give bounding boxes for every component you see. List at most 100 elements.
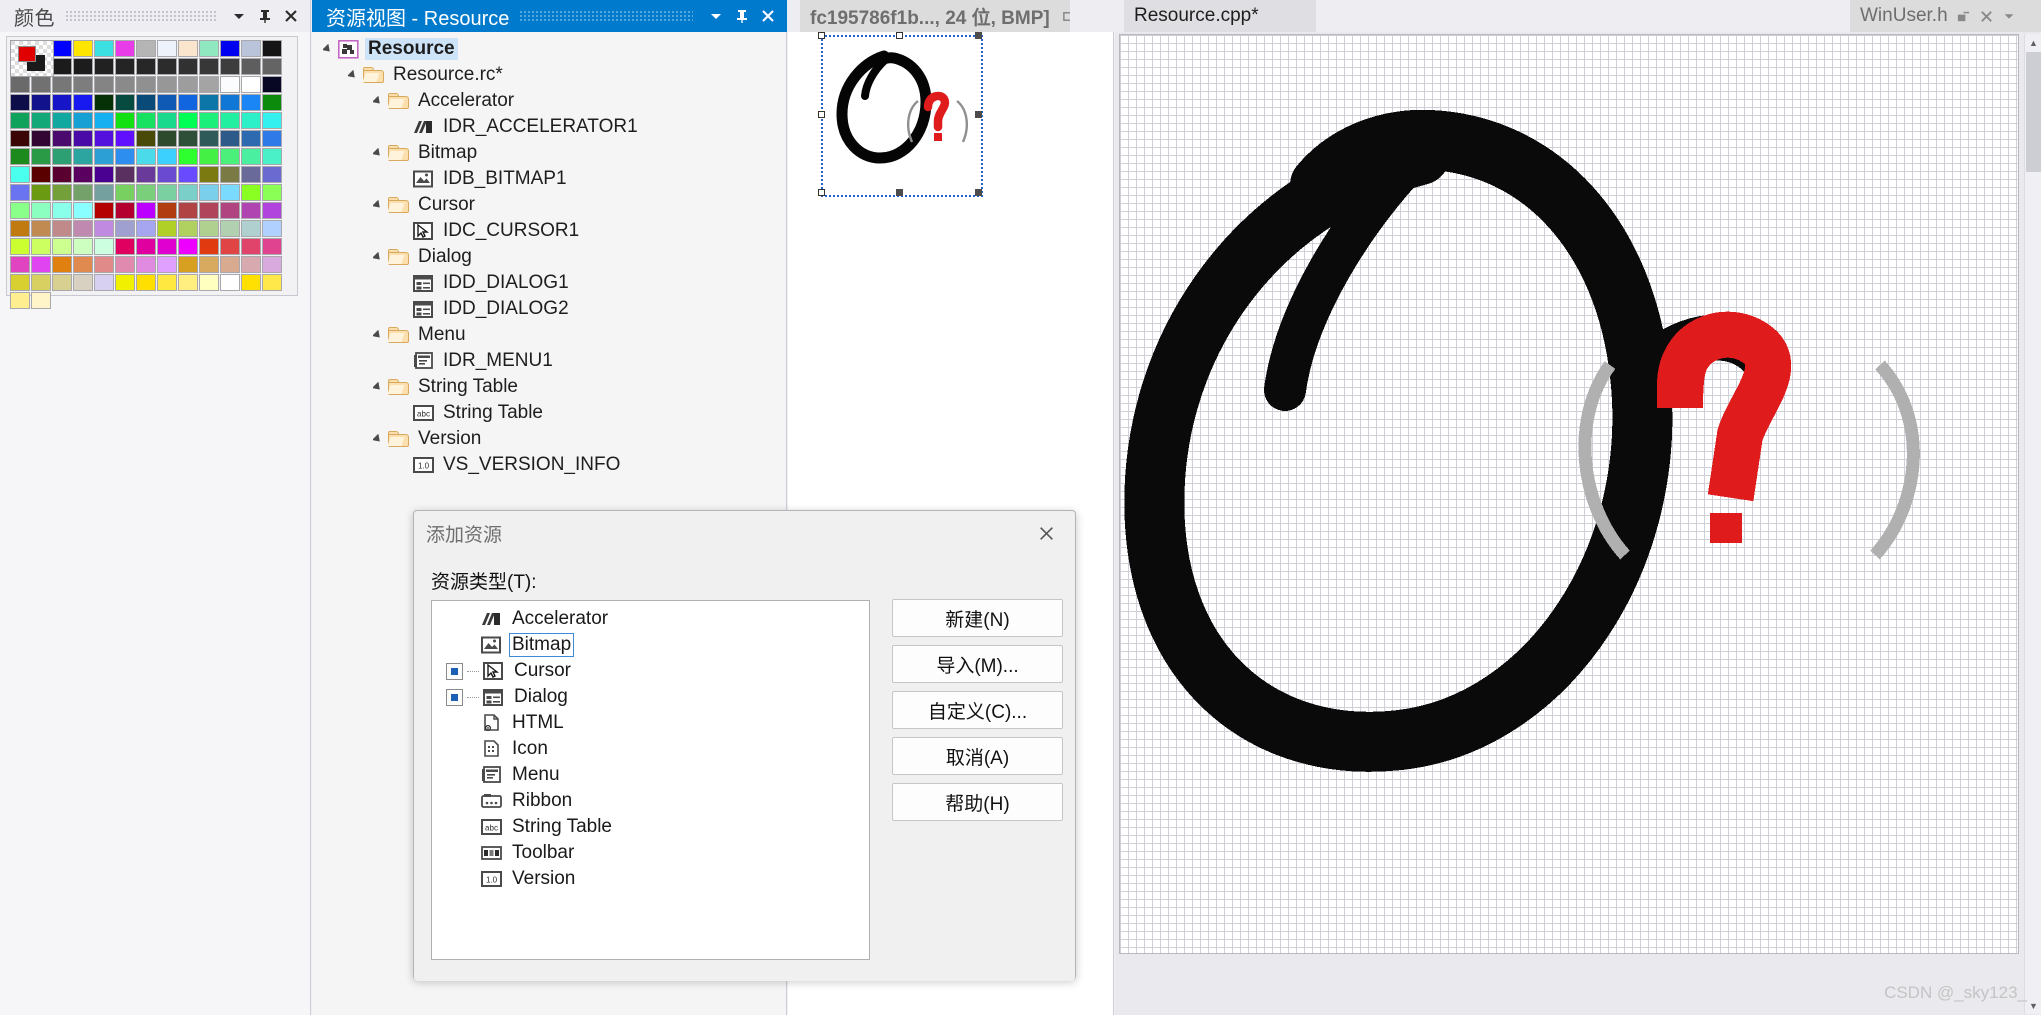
color-swatch[interactable] — [199, 40, 219, 57]
color-swatch[interactable] — [115, 184, 135, 201]
color-swatch[interactable] — [241, 166, 261, 183]
color-swatch[interactable] — [31, 184, 51, 201]
color-swatch[interactable] — [199, 94, 219, 111]
color-swatch[interactable] — [241, 274, 261, 291]
resource-type-item-version[interactable]: 1.0 Version — [432, 866, 869, 892]
color-swatch[interactable] — [10, 238, 30, 255]
color-swatch[interactable] — [262, 130, 282, 147]
expander-triangle-icon[interactable] — [370, 322, 386, 348]
color-swatch[interactable] — [136, 94, 156, 111]
resource-tree[interactable]: Resource Resource.rc* Accelerator IDR_ACCEL… — [312, 32, 786, 478]
resize-handle-se[interactable] — [975, 189, 982, 196]
color-swatch[interactable] — [94, 274, 114, 291]
color-swatch[interactable] — [136, 274, 156, 291]
color-swatch[interactable] — [220, 184, 240, 201]
color-swatch[interactable] — [73, 184, 93, 201]
color-swatch[interactable] — [10, 94, 30, 111]
expander-triangle-icon[interactable] — [320, 36, 336, 62]
resize-handle-w[interactable] — [818, 111, 825, 118]
color-swatch[interactable] — [136, 220, 156, 237]
color-swatch[interactable] — [262, 166, 282, 183]
color-swatch[interactable] — [115, 130, 135, 147]
color-swatch[interactable] — [199, 274, 219, 291]
pin-icon[interactable] — [252, 3, 278, 29]
new-button[interactable]: 新建(N) — [892, 599, 1063, 637]
color-swatch[interactable] — [31, 76, 51, 93]
resize-handle-nw[interactable] — [818, 32, 825, 39]
color-swatch-grid[interactable] — [10, 40, 297, 310]
color-swatch[interactable] — [136, 76, 156, 93]
color-swatch[interactable] — [94, 256, 114, 273]
color-swatch[interactable] — [31, 274, 51, 291]
primary-color-swatch[interactable] — [18, 46, 36, 62]
tree-item-idd-dialog1[interactable]: IDD_DIALOG1 — [312, 270, 786, 296]
expander-triangle-icon[interactable] — [370, 88, 386, 114]
color-swatch[interactable] — [262, 58, 282, 75]
tree-item-string-table[interactable]: abc String Table — [312, 400, 786, 426]
color-swatch[interactable] — [73, 112, 93, 129]
custom-button[interactable]: 自定义(C)... — [892, 691, 1063, 729]
color-swatch[interactable] — [178, 40, 198, 57]
resize-handle-s[interactable] — [896, 189, 903, 196]
color-swatch[interactable] — [220, 112, 240, 129]
color-swatch[interactable] — [220, 220, 240, 237]
cancel-button[interactable]: 取消(A) — [892, 737, 1063, 775]
editor-vertical-scrollbar[interactable]: ▲ ▼ — [2024, 34, 2041, 1014]
color-swatch[interactable] — [199, 238, 219, 255]
color-swatch[interactable] — [136, 166, 156, 183]
color-swatch[interactable] — [178, 166, 198, 183]
color-swatch[interactable] — [262, 256, 282, 273]
color-swatch[interactable] — [115, 40, 135, 57]
color-swatch[interactable] — [136, 256, 156, 273]
color-swatch[interactable] — [157, 76, 177, 93]
color-swatch[interactable] — [52, 220, 72, 237]
color-swatch[interactable] — [199, 166, 219, 183]
resource-type-item-dialog[interactable]: Dialog — [432, 684, 869, 710]
color-swatch[interactable] — [94, 238, 114, 255]
tab-winuser-h[interactable]: WinUser.h — [1850, 0, 2041, 32]
color-swatch[interactable] — [31, 256, 51, 273]
color-swatch[interactable] — [157, 256, 177, 273]
color-swatch[interactable] — [199, 184, 219, 201]
color-swatch[interactable] — [52, 112, 72, 129]
color-swatch[interactable] — [178, 202, 198, 219]
tab-bitmap-editor[interactable]: fc195786f1b..., 24 位, BMP] — [800, 0, 1102, 32]
color-swatch[interactable] — [157, 112, 177, 129]
color-swatch[interactable] — [220, 148, 240, 165]
color-swatch[interactable] — [115, 112, 135, 129]
color-swatch[interactable] — [115, 94, 135, 111]
color-swatch[interactable] — [52, 166, 72, 183]
color-swatch[interactable] — [94, 112, 114, 129]
color-swatch[interactable] — [136, 202, 156, 219]
resize-handle-ne[interactable] — [975, 32, 982, 39]
color-swatch[interactable] — [136, 130, 156, 147]
color-swatch[interactable] — [73, 40, 93, 57]
color-swatch[interactable] — [157, 166, 177, 183]
tree-item-idr-accelerator1[interactable]: IDR_ACCELERATOR1 — [312, 114, 786, 140]
color-swatch[interactable] — [136, 148, 156, 165]
color-swatch[interactable] — [94, 76, 114, 93]
color-swatch[interactable] — [31, 94, 51, 111]
color-swatch[interactable] — [115, 238, 135, 255]
tree-item-resource-rc[interactable]: Resource.rc* — [312, 62, 786, 88]
expand-plus-icon[interactable] — [446, 688, 463, 706]
color-swatch[interactable] — [31, 292, 51, 309]
color-palette[interactable] — [6, 36, 298, 309]
color-swatch[interactable] — [199, 76, 219, 93]
color-swatch[interactable] — [31, 220, 51, 237]
color-swatch[interactable] — [31, 202, 51, 219]
panel-drag-grip[interactable] — [65, 10, 216, 22]
color-swatch[interactable] — [73, 202, 93, 219]
color-swatch[interactable] — [10, 184, 30, 201]
color-swatch[interactable] — [157, 94, 177, 111]
resource-type-item-accelerator[interactable]: Accelerator — [432, 606, 869, 632]
color-swatch[interactable] — [73, 274, 93, 291]
color-swatch[interactable] — [178, 76, 198, 93]
expander-triangle-icon[interactable] — [370, 244, 386, 270]
color-swatch[interactable] — [157, 238, 177, 255]
color-swatch[interactable] — [52, 94, 72, 111]
color-swatch[interactable] — [157, 130, 177, 147]
color-swatch[interactable] — [73, 76, 93, 93]
scroll-up-icon[interactable]: ▲ — [2025, 34, 2041, 51]
resource-type-listbox[interactable]: Accelerator Bitmap Cursor Dialog HTML Icon Men… — [431, 600, 870, 960]
